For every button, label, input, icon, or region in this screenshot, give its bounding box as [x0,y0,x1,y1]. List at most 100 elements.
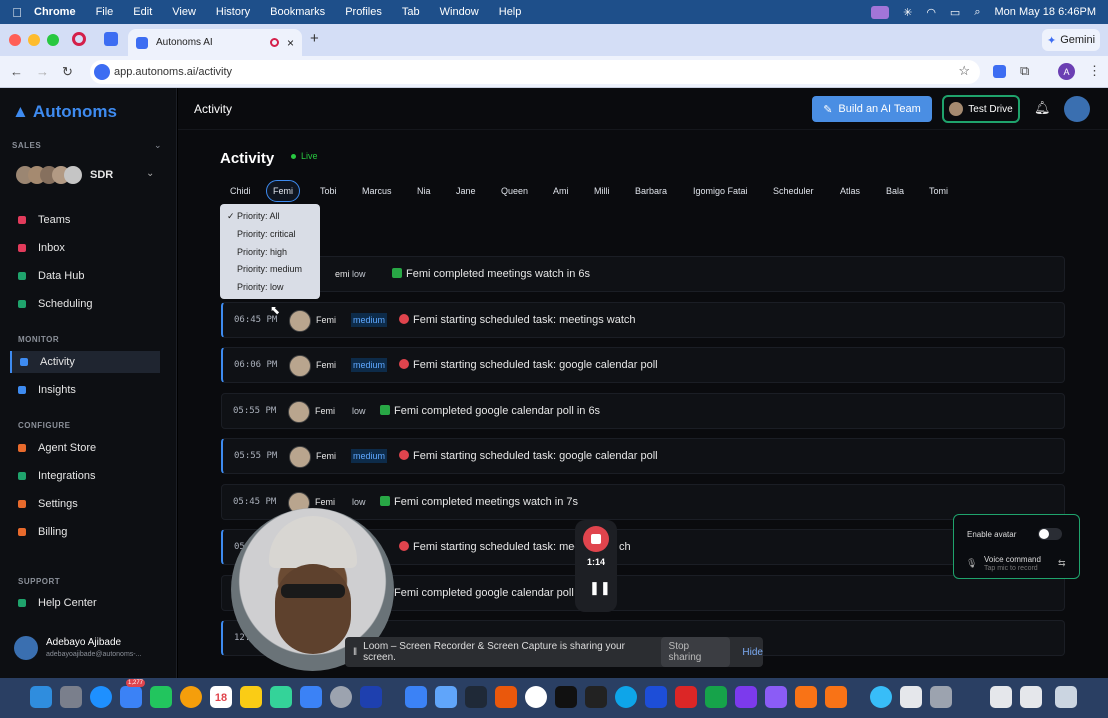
close-window-icon[interactable] [9,34,21,46]
stop-recording-button[interactable] [583,526,609,552]
agent-pill[interactable]: Marcus [356,180,398,202]
activity-row[interactable]: 05:55 PM Femi low Femi completed google … [221,393,1065,429]
notification-bell-icon[interactable]: 🔔︎ [1034,100,1051,116]
forward-icon[interactable]: → [36,64,49,79]
app-icon[interactable] [615,686,637,708]
sidebar-item-agent-store[interactable]: Agent Store [18,437,168,459]
loom-tab-icon[interactable] [72,32,86,46]
enable-avatar-toggle[interactable] [1038,528,1062,540]
collapse-icon[interactable]: ⌄ [154,140,162,151]
terminal-icon[interactable] [555,686,577,708]
calendar-icon[interactable]: 18 [210,686,232,708]
agent-pill[interactable]: Nia [411,180,437,202]
hide-button[interactable]: Hide [742,647,763,658]
site-info-icon[interactable] [94,64,110,80]
pause-sharing-icon[interactable]: ‖ [353,647,357,658]
menu-history[interactable]: History [216,6,250,18]
app-icon[interactable] [585,686,607,708]
apple-icon[interactable]:  [0,5,34,20]
stop-sharing-button[interactable]: Stop sharing [660,637,731,667]
menu-app[interactable]: Chrome [34,6,76,18]
sidebar-item-activity[interactable]: Activity [10,351,160,373]
menu-view[interactable]: View [172,6,196,18]
minimize-window-icon[interactable] [28,34,40,46]
menu-window[interactable]: Window [440,6,479,18]
team-selector[interactable]: SDR ⌄ [16,166,166,188]
photos-icon[interactable] [180,686,202,708]
agent-pill[interactable]: Tomi [923,180,954,202]
messages-icon[interactable] [150,686,172,708]
menu-profiles[interactable]: Profiles [345,6,382,18]
mail-icon[interactable] [120,686,142,708]
chrome-icon[interactable] [525,686,547,708]
app-logo[interactable]: ▲ Autonoms [12,102,117,122]
zoom-window-icon[interactable] [47,34,59,46]
agent-pill[interactable]: Scheduler [767,180,820,202]
window-icon[interactable] [900,686,922,708]
agent-pill[interactable]: Milli [588,180,616,202]
window-icon[interactable] [990,686,1012,708]
activity-row[interactable]: 05:55 PM Femi medium Femi starting sched… [221,438,1065,474]
priority-option-critical[interactable]: Priority: critical [237,229,296,239]
app-store-icon[interactable] [300,686,322,708]
agent-pill[interactable]: Bala [880,180,910,202]
agent-pill[interactable]: Queen [495,180,534,202]
system-settings-icon[interactable] [330,686,352,708]
menu-tab[interactable]: Tab [402,6,420,18]
new-tab-icon[interactable]: + [310,30,319,47]
maps-icon[interactable] [270,686,292,708]
agent-pill-selected[interactable]: Femi [266,180,300,202]
agent-pill[interactable]: Tobi [314,180,343,202]
sidebar-item-teams[interactable]: Teams [18,209,168,231]
tab-group-icon[interactable] [104,32,118,46]
agent-pill[interactable]: Igomigo Fatai [687,180,754,202]
window-icon[interactable] [1020,686,1042,708]
app-icon[interactable] [765,686,787,708]
battery-icon[interactable]: ▭ [950,6,960,19]
user-profile[interactable]: Adebayo Ajibade adebayoajibade@autonoms-… [14,636,174,664]
sidebar-item-billing[interactable]: Billing [18,521,168,543]
sidebar-item-help-center[interactable]: Help Center [18,592,168,614]
launchpad-icon[interactable] [60,686,82,708]
activity-row[interactable]: 06:45 PM Femi medium Femi starting sched… [221,302,1065,338]
menu-bookmarks[interactable]: Bookmarks [270,6,325,18]
profile-avatar[interactable]: A [1058,63,1075,80]
priority-option-medium[interactable]: Priority: medium [237,264,302,274]
excel-icon[interactable] [705,686,727,708]
more-menu-icon[interactable]: ⋮ [1088,63,1101,79]
menu-help[interactable]: Help [499,6,522,18]
agent-pill[interactable]: Ami [547,180,575,202]
finder-icon[interactable] [30,686,52,708]
active-tab[interactable]: Autonoms AI × [128,29,302,56]
wifi-icon[interactable]: ◠ [926,6,936,19]
app-icon[interactable] [435,686,457,708]
activity-row[interactable]: 06:06 PM Femi medium Femi starting sched… [221,347,1065,383]
sliders-icon[interactable]: ⇆ [1058,558,1066,569]
address-bar[interactable]: app.autonoms.ai/activity ☆ [90,60,980,84]
search-icon[interactable]: ⌕ [974,6,980,19]
safari-icon[interactable] [90,686,112,708]
sidebar-item-integrations[interactable]: Integrations [18,465,168,487]
agent-pill[interactable]: Barbara [629,180,673,202]
outlook-icon[interactable] [645,686,667,708]
header-user-avatar[interactable] [1064,96,1090,122]
activity-row[interactable]: emi low Femi completed meetings watch in… [221,256,1065,292]
sidebar-item-inbox[interactable]: Inbox [18,237,168,259]
agent-pill[interactable]: Jane [450,180,482,202]
priority-option-low[interactable]: Priority: low [237,282,284,292]
menu-edit[interactable]: Edit [133,6,152,18]
priority-option-high[interactable]: Priority: high [237,247,287,257]
agent-pill[interactable]: Chidi [224,180,257,202]
window-icon[interactable] [930,686,952,708]
mic-icon[interactable]: 🎙︎ [966,558,977,569]
sidebar-item-data-hub[interactable]: Data Hub [18,265,168,287]
app-icon[interactable] [465,686,487,708]
sidebar-item-scheduling[interactable]: Scheduling [18,293,168,315]
pause-icon[interactable]: ❚❚ [589,580,611,596]
slack-icon[interactable] [735,686,757,708]
reload-icon[interactable]: ↻ [62,64,73,80]
notes-icon[interactable] [240,686,262,708]
app-icon[interactable] [405,686,427,708]
sidebar-item-insights[interactable]: Insights [18,379,168,401]
app-icon[interactable] [870,686,892,708]
